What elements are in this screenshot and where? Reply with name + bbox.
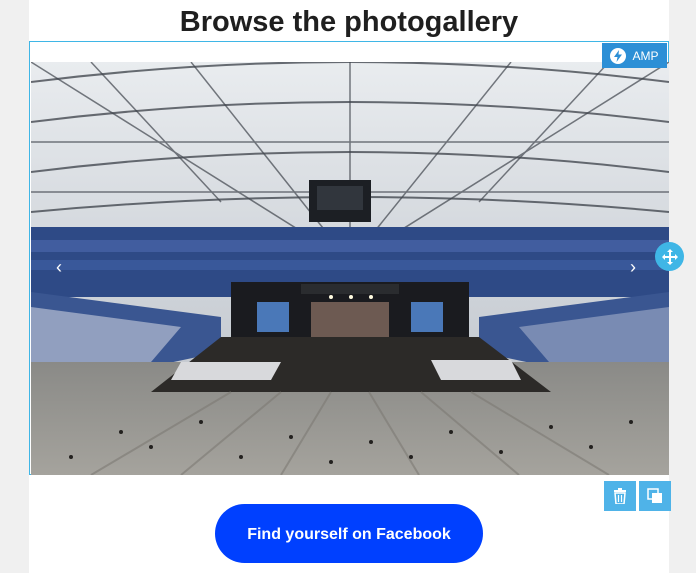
photo-gallery[interactable]: AMP — [29, 41, 669, 475]
gallery-next-arrow[interactable]: › — [630, 258, 636, 276]
element-toolbar — [604, 481, 671, 511]
duplicate-button[interactable] — [639, 481, 671, 511]
lightning-icon — [610, 47, 627, 64]
delete-button[interactable] — [604, 481, 636, 511]
gallery-image — [31, 62, 669, 475]
move-handle[interactable] — [655, 242, 684, 271]
page-title: Browse the photogallery — [179, 6, 519, 38]
duplicate-icon — [647, 488, 662, 503]
amp-badge: AMP — [602, 43, 667, 68]
gallery-prev-arrow[interactable]: ‹ — [56, 258, 62, 276]
amp-badge-label: AMP — [632, 48, 659, 63]
trash-icon — [614, 488, 626, 504]
page: Browse the photogallery AMP ‹ › Find you… — [0, 0, 696, 573]
facebook-button[interactable]: Find yourself on Facebook — [215, 504, 483, 563]
move-arrows-icon — [661, 248, 678, 265]
